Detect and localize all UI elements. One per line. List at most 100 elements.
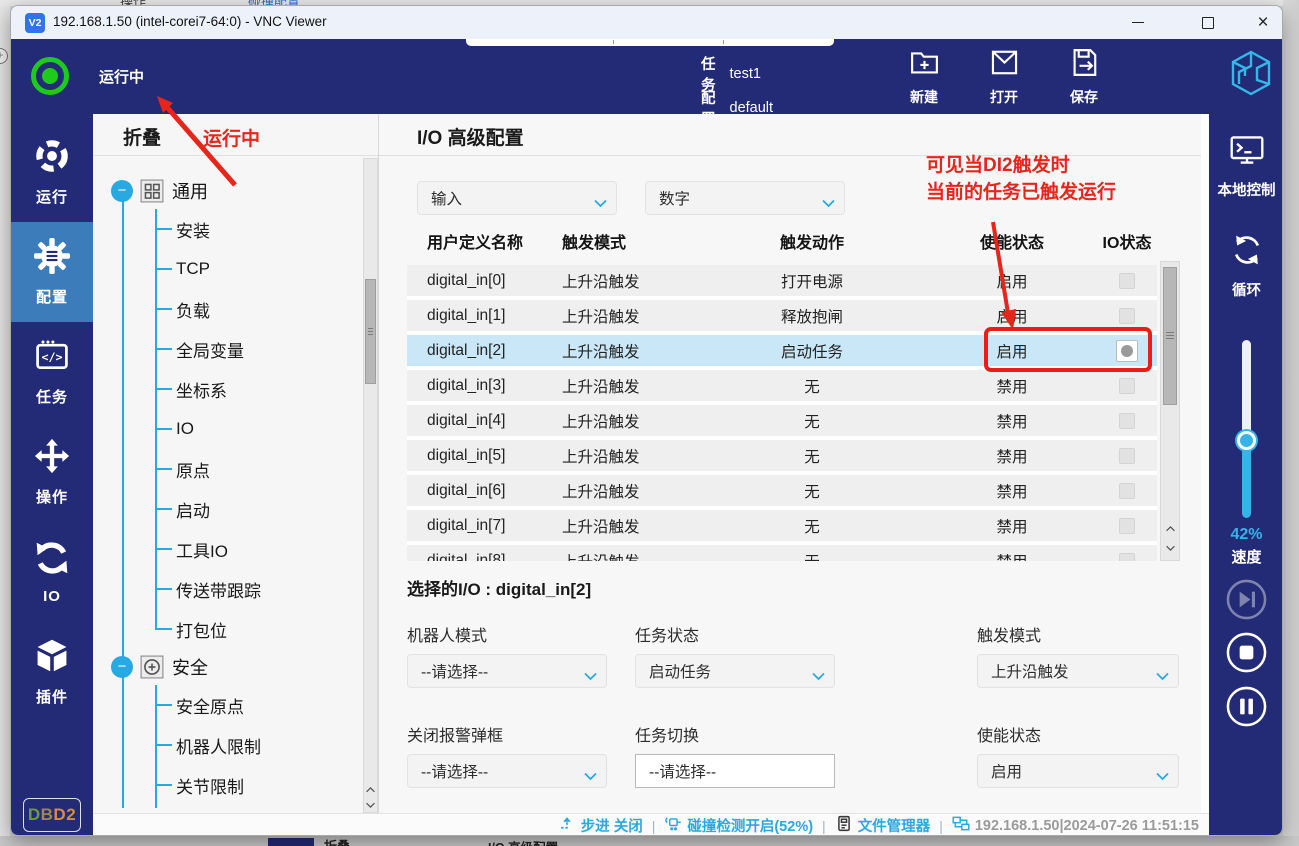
io-direction-select[interactable]: 输入 <box>417 181 617 215</box>
slider-track-upper[interactable] <box>1242 340 1251 440</box>
robot-mode-field: 机器人模式--请选择-- <box>407 622 607 688</box>
io-type-select[interactable]: 数字 <box>645 181 845 215</box>
file-manager-icon <box>835 815 853 836</box>
io-checkbox[interactable] <box>1119 413 1135 429</box>
table-row[interactable]: digital_in[3]上升沿触发无禁用 <box>407 370 1157 401</box>
status-item-collision[interactable]: 碰撞检测开启(52%) <box>664 815 813 836</box>
sidebar-item-config[interactable]: 配置 <box>11 222 93 322</box>
tree-item[interactable]: 负载 <box>93 289 361 329</box>
status-item-step[interactable]: 步进 关闭 <box>558 815 643 836</box>
io-checkbox[interactable] <box>1119 378 1135 394</box>
stop-button[interactable] <box>1225 631 1268 674</box>
speed-slider[interactable] <box>1242 340 1251 518</box>
sidebar-item-label: 插件 <box>36 686 68 707</box>
tree-group-label: 通用 <box>172 178 208 204</box>
task-switch-input[interactable]: --请选择-- <box>635 754 835 788</box>
scrollbar-thumb[interactable] <box>365 279 376 384</box>
trigger-mode-select[interactable]: 上升沿触发 <box>977 654 1179 688</box>
sidebar-item-plugin[interactable]: 插件 <box>11 622 93 722</box>
status-bar: 步进 关闭|碰撞检测开启(52%)|文件管理器|192.168.1.50|202… <box>93 813 1209 836</box>
scroll-up-button[interactable] <box>364 781 377 797</box>
tree-group-general[interactable]: − 通用 <box>93 173 361 209</box>
open-button[interactable]: 打开 <box>977 46 1031 107</box>
title-bar[interactable]: V2 192.168.1.50 (intel-corei7-64:0) - VN… <box>11 6 1282 39</box>
table-row[interactable]: digital_in[8]上升沿触发无禁用 <box>407 545 1157 561</box>
table-row[interactable]: digital_in[1]上升沿触发释放抱闸启用 <box>407 300 1157 331</box>
desktop-fragment-left: + <box>0 6 10 846</box>
io-checkbox[interactable] <box>1119 448 1135 464</box>
cell-io-state <box>1097 483 1157 499</box>
tree-group-safety[interactable]: −安全 <box>93 649 361 685</box>
scroll-down-button[interactable] <box>1164 540 1177 556</box>
tree-item[interactable]: 全局变量 <box>93 329 361 369</box>
table-row[interactable]: digital_in[6]上升沿触发无禁用 <box>407 475 1157 506</box>
close-button[interactable]: × <box>1240 6 1283 39</box>
tree-item[interactable]: 机器人限制 <box>93 725 361 765</box>
table-header-row: 用户定义名称触发模式触发动作使能状态IO状态 <box>407 226 1157 256</box>
sidebar-item-io[interactable]: IO <box>11 522 93 622</box>
run-icon <box>34 138 70 179</box>
collapse-toggle-icon[interactable]: − <box>111 180 133 202</box>
window-title: 192.168.1.50 (intel-corei7-64:0) - VNC V… <box>53 14 327 29</box>
collapse-button[interactable]: 折叠 <box>123 123 161 150</box>
io-checkbox[interactable] <box>1119 308 1135 324</box>
tree-item[interactable]: 打包位 <box>93 609 361 649</box>
tree-item[interactable]: 坐标系 <box>93 369 361 409</box>
tree-item[interactable]: 安装 <box>93 209 361 249</box>
cell-enable-state: 启用 <box>927 305 1097 327</box>
tree-item[interactable]: 安全原点 <box>93 685 361 725</box>
table-row[interactable]: digital_in[2]上升沿触发启动任务启用 <box>407 335 1157 366</box>
enable-state-select[interactable]: 启用 <box>977 754 1179 788</box>
fragment-text: I/O 高级配置 <box>488 837 558 846</box>
dbd2-badge[interactable]: DBD2 <box>23 798 81 832</box>
save-button[interactable]: 保存 <box>1057 46 1111 107</box>
sidebar-item-task[interactable]: </>任务 <box>11 322 93 422</box>
tree-item[interactable]: 工具IO <box>93 529 361 569</box>
slider-handle[interactable] <box>1235 429 1258 452</box>
minimize-button[interactable] <box>1115 6 1161 39</box>
pause-button[interactable] <box>1225 685 1268 728</box>
task-switch-field: 任务切换--请选择-- <box>635 722 835 788</box>
scroll-up-button[interactable] <box>1164 520 1177 536</box>
scroll-down-button[interactable] <box>364 797 377 813</box>
chevron-down-icon <box>584 668 597 677</box>
table-row[interactable]: digital_in[4]上升沿触发无禁用 <box>407 405 1157 436</box>
sidebar-item-run[interactable]: 运行 <box>11 122 93 222</box>
tree-item[interactable]: 启动 <box>93 489 361 529</box>
status-item-file-manager[interactable]: 文件管理器 <box>835 815 931 836</box>
skip-button[interactable] <box>1225 578 1268 621</box>
sidebar-item-operate[interactable]: 操作 <box>11 422 93 522</box>
tree-scrollbar[interactable] <box>363 158 378 813</box>
close-alarm-popup-select[interactable]: --请选择-- <box>407 754 607 788</box>
table-row[interactable]: digital_in[5]上升沿触发无禁用 <box>407 440 1157 471</box>
tree-item[interactable]: 关节限制 <box>93 765 361 805</box>
right-panel-item-loop[interactable]: 循环 <box>1209 232 1283 300</box>
status-item-connection[interactable]: 192.168.1.50|2024-07-26 11:51:15 <box>952 815 1199 836</box>
io-checkbox[interactable] <box>1119 553 1135 562</box>
io-radio-on[interactable] <box>1116 340 1138 362</box>
right-panel-item-label: 循环 <box>1232 279 1261 300</box>
tree-item[interactable]: IO <box>93 409 361 449</box>
tree-item[interactable]: TCP <box>93 249 361 289</box>
brand-logo-icon <box>1227 49 1275 99</box>
circle-plus-icon: + <box>0 48 8 64</box>
tree-item[interactable]: 原点 <box>93 449 361 489</box>
maximize-button[interactable] <box>1185 6 1231 39</box>
vnc-toolbar-notch[interactable] <box>466 39 834 46</box>
io-checkbox[interactable] <box>1119 483 1135 499</box>
scrollbar-thumb[interactable] <box>1163 267 1177 405</box>
robot-mode-select[interactable]: --请选择-- <box>407 654 607 688</box>
annotation-running-text: 运行中 <box>203 124 260 151</box>
task-state-select[interactable]: 启动任务 <box>635 654 835 688</box>
table-row[interactable]: digital_in[7]上升沿触发无禁用 <box>407 510 1157 541</box>
io-checkbox[interactable] <box>1119 273 1135 289</box>
new-button[interactable]: 新建 <box>897 46 951 107</box>
cell-name: digital_in[7] <box>407 517 547 535</box>
table-row[interactable]: digital_in[0]上升沿触发打开电源启用 <box>407 265 1157 296</box>
task-state-field: 任务状态启动任务 <box>635 622 835 688</box>
tree-item[interactable]: 传送带跟踪 <box>93 569 361 609</box>
collapse-toggle-icon[interactable]: − <box>111 656 133 678</box>
table-scrollbar[interactable] <box>1160 261 1180 561</box>
right-panel-item-local-control[interactable]: 本地控制 <box>1209 132 1283 200</box>
io-checkbox[interactable] <box>1119 518 1135 534</box>
